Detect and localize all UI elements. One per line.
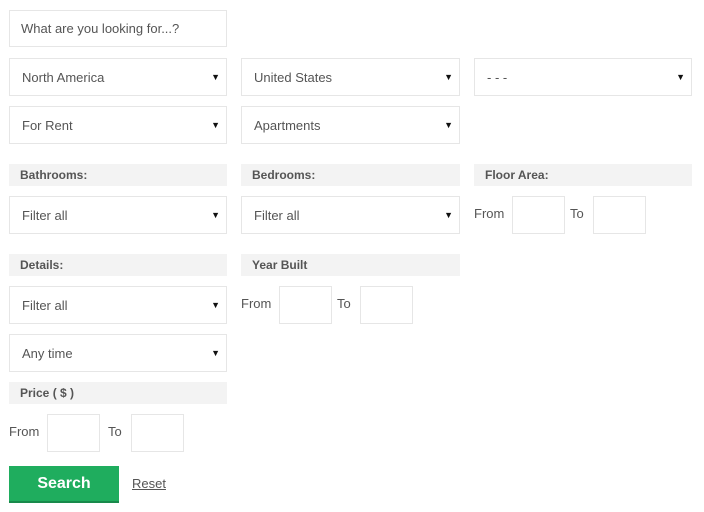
bathrooms-label: Bathrooms:: [9, 164, 227, 186]
chevron-down-icon: ▼: [676, 72, 685, 82]
country-select[interactable]: United States ▼: [241, 58, 460, 96]
details-select[interactable]: Filter all ▼: [9, 286, 227, 324]
price-to-input[interactable]: [131, 414, 184, 452]
chevron-down-icon: ▼: [211, 210, 220, 220]
property-type-select[interactable]: Apartments ▼: [241, 106, 460, 144]
time-select[interactable]: Any time ▼: [9, 334, 227, 372]
state-select-value: - - -: [487, 69, 508, 85]
bedrooms-select-value: Filter all: [254, 207, 300, 223]
chevron-down-icon: ▼: [211, 72, 220, 82]
details-select-value: Filter all: [22, 297, 68, 313]
search-button[interactable]: Search: [9, 466, 119, 503]
year-built-label: Year Built: [241, 254, 460, 276]
price-label: Price ( $ ): [9, 382, 227, 404]
floor-area-from-input[interactable]: [512, 196, 565, 234]
bedrooms-label: Bedrooms:: [241, 164, 460, 186]
region-select-value: North America: [22, 69, 105, 85]
time-select-value: Any time: [22, 345, 73, 361]
chevron-down-icon: ▼: [444, 210, 453, 220]
keyword-search-placeholder: What are you looking for...?: [21, 21, 180, 36]
year-built-to-label: To: [337, 296, 351, 311]
reset-link[interactable]: Reset: [132, 476, 166, 491]
price-to-label: To: [108, 424, 122, 439]
country-select-value: United States: [254, 69, 333, 85]
chevron-down-icon: ▼: [211, 120, 220, 130]
chevron-down-icon: ▼: [444, 120, 453, 130]
region-select[interactable]: North America ▼: [9, 58, 227, 96]
price-from-input[interactable]: [47, 414, 100, 452]
listing-type-select-value: For Rent: [22, 117, 73, 133]
details-label: Details:: [9, 254, 227, 276]
year-built-to-input[interactable]: [360, 286, 413, 324]
bathrooms-select[interactable]: Filter all ▼: [9, 196, 227, 234]
year-built-from-label: From: [241, 296, 272, 311]
floor-area-from-label: From: [474, 206, 505, 221]
floor-area-to-input[interactable]: [593, 196, 646, 234]
property-type-select-value: Apartments: [254, 117, 321, 133]
chevron-down-icon: ▼: [211, 300, 220, 310]
bedrooms-select[interactable]: Filter all ▼: [241, 196, 460, 234]
year-built-from-input[interactable]: [279, 286, 332, 324]
state-select[interactable]: - - - ▼: [474, 58, 692, 96]
price-from-label: From: [9, 424, 40, 439]
bathrooms-select-value: Filter all: [22, 207, 68, 223]
chevron-down-icon: ▼: [211, 348, 220, 358]
chevron-down-icon: ▼: [444, 72, 453, 82]
floor-area-label: Floor Area:: [474, 164, 692, 186]
keyword-search-input[interactable]: What are you looking for...?: [9, 10, 227, 47]
listing-type-select[interactable]: For Rent ▼: [9, 106, 227, 144]
floor-area-to-label: To: [570, 206, 584, 221]
